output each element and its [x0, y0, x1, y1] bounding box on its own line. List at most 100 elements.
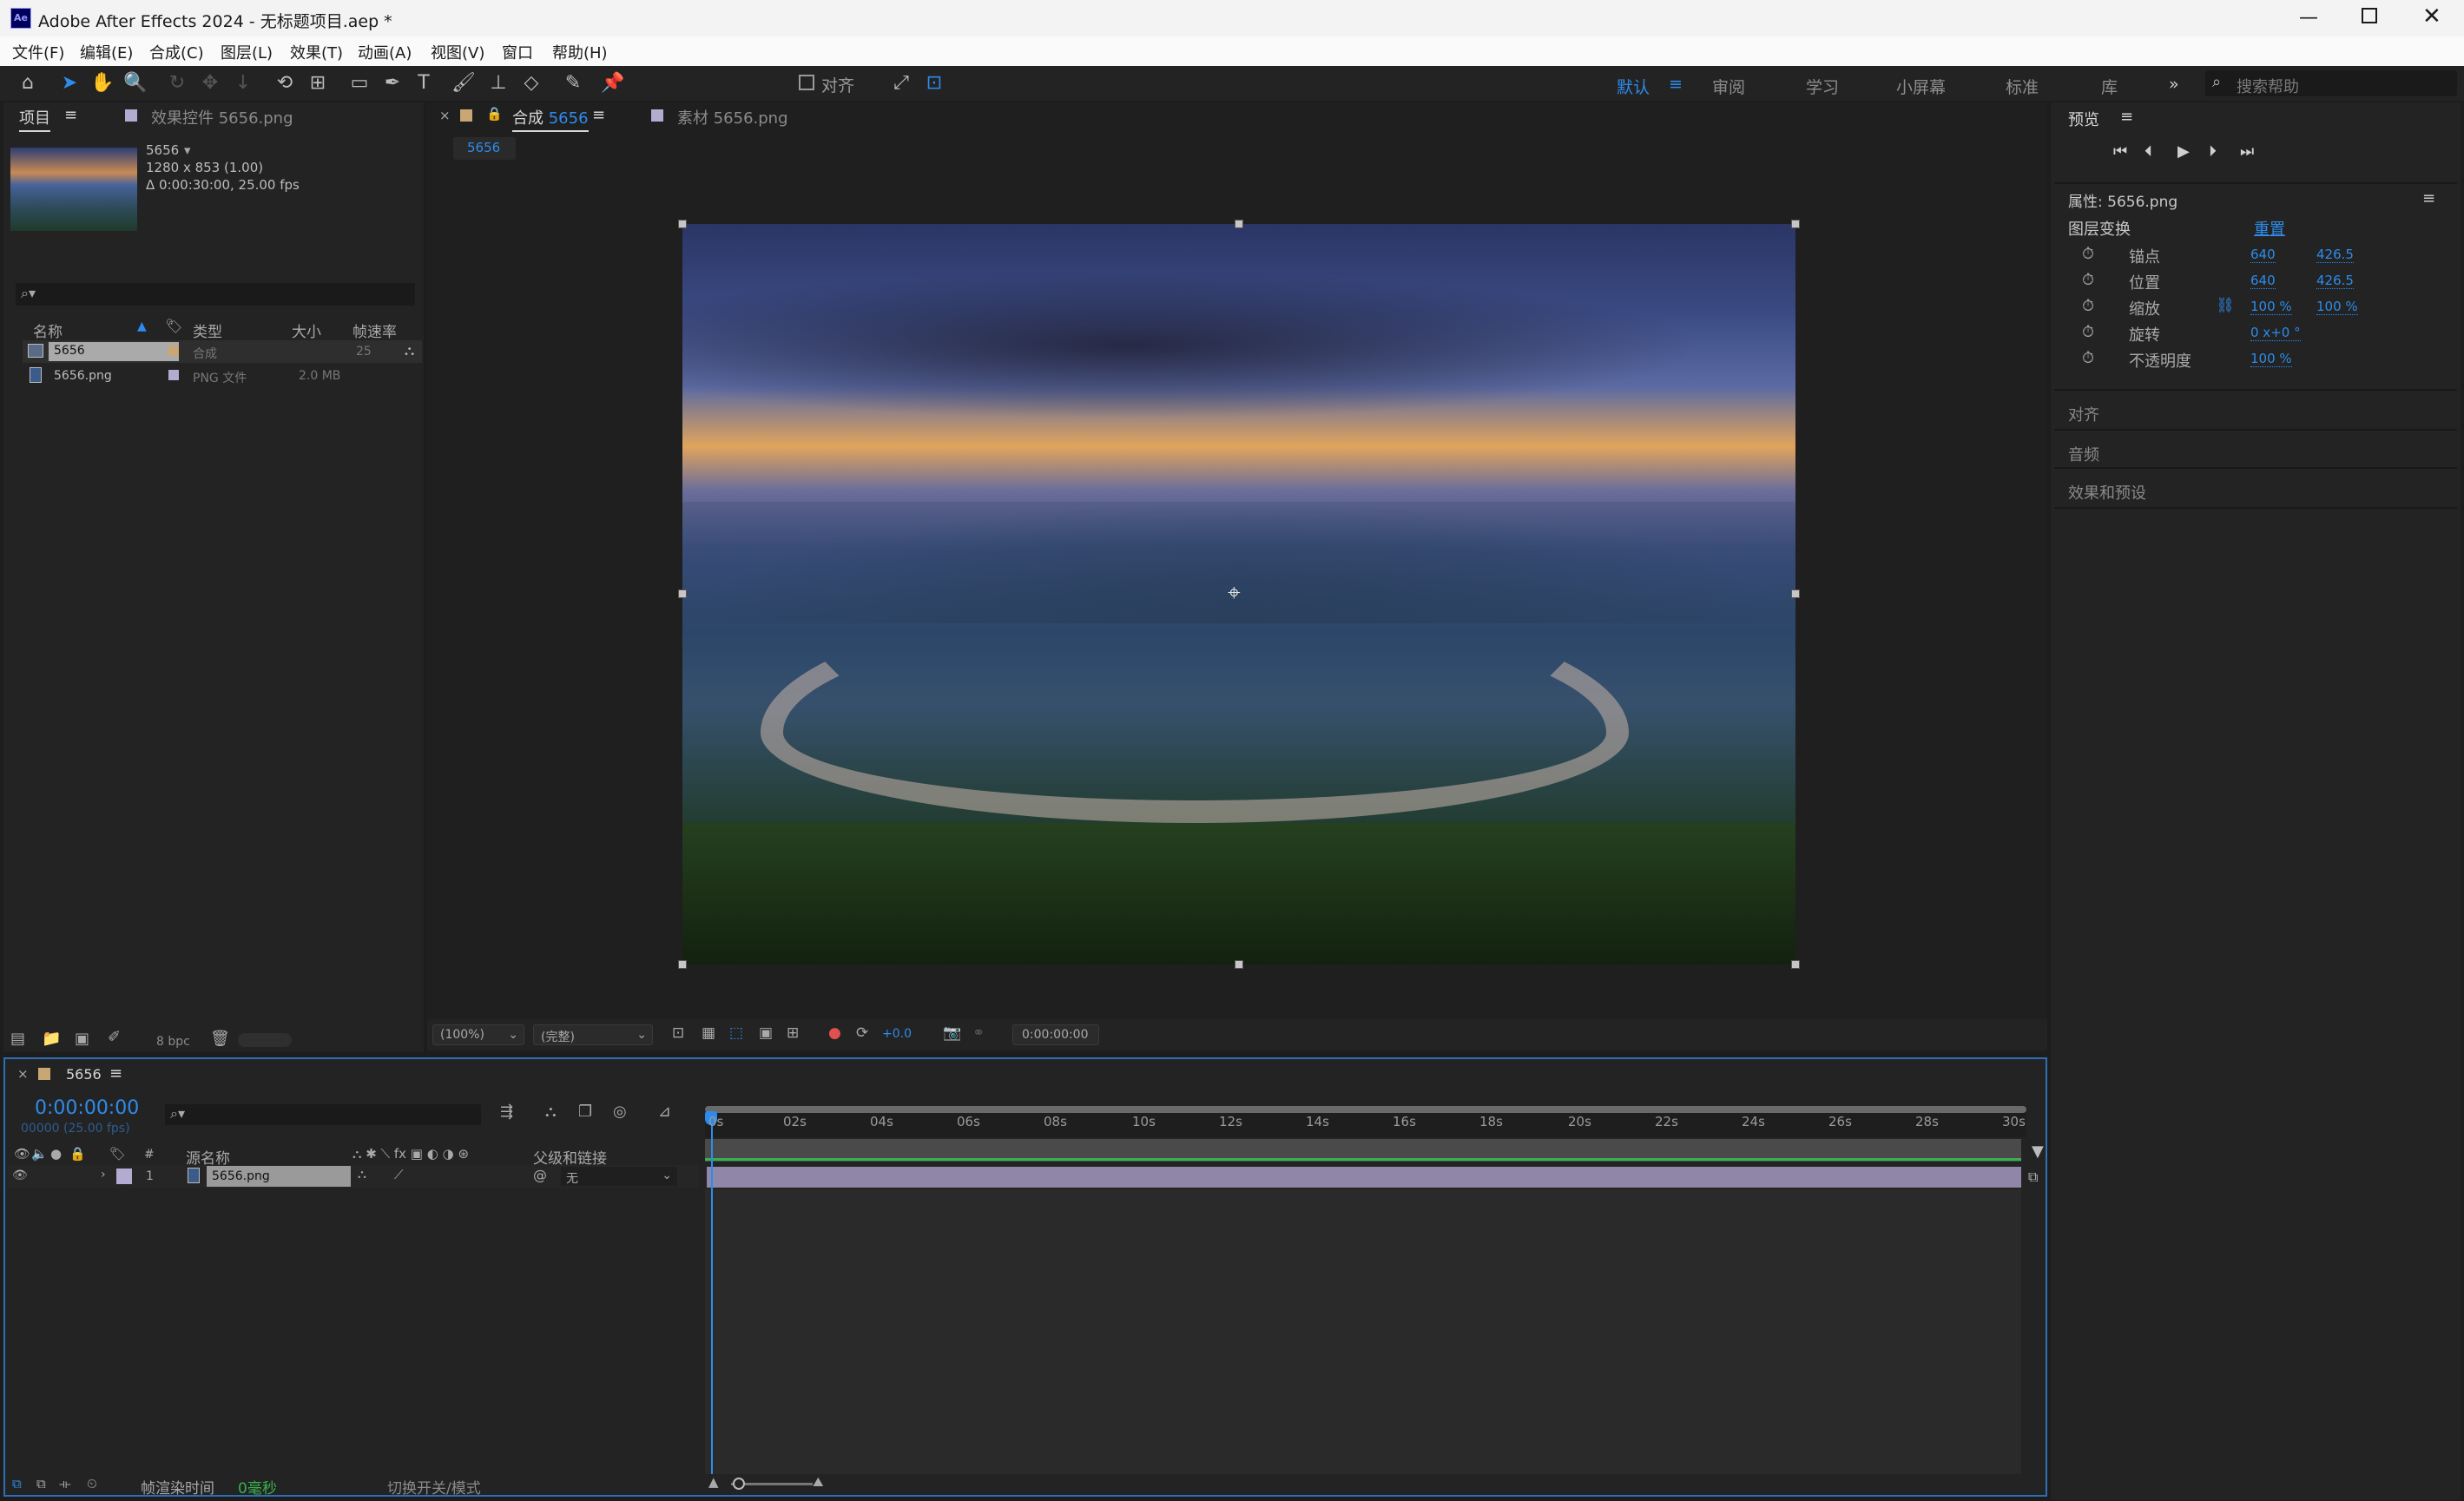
workspace-libraries[interactable]: 库	[2101, 75, 2118, 98]
minimize-icon[interactable]: —	[2299, 7, 2318, 29]
orbit-camera-icon[interactable]: ↻	[165, 71, 189, 95]
first-frame-icon[interactable]: ⏮	[2113, 142, 2127, 161]
reset-transform-link[interactable]: 重置	[2254, 217, 2285, 240]
new-folder-icon[interactable]: 📁	[42, 1030, 61, 1048]
interpret-footage-icon[interactable]: ▤	[10, 1030, 25, 1048]
toggle-switches-modes[interactable]: 切换开关/模式	[387, 1476, 481, 1498]
opacity-value[interactable]: 100 %	[2250, 351, 2292, 367]
zoom-dropdown[interactable]: (100%) ⌄	[432, 1024, 524, 1045]
grid-guides-icon[interactable]: ⊞	[787, 1024, 799, 1042]
workspace-small-screen[interactable]: 小屏幕	[1896, 75, 1946, 98]
tab-project[interactable]: 项目	[19, 106, 50, 132]
help-search-field[interactable]: ⌕ 搜索帮助	[2205, 70, 2457, 96]
project-item-comp[interactable]: 5656 合成 25 ⛬	[23, 340, 422, 363]
tab-composition[interactable]: 合成 5656	[512, 106, 589, 132]
menu-edit[interactable]: 编辑(E)	[80, 41, 133, 63]
zoom-tool-icon[interactable]: 🔍	[123, 71, 148, 95]
hand-tool-icon[interactable]: ✋	[90, 71, 115, 95]
rotation-value[interactable]: 0 x+0 °	[2250, 325, 2301, 341]
comp-info-dropdown-icon[interactable]: ▾	[184, 142, 191, 158]
lock-column-icon[interactable]: 🔒	[69, 1146, 86, 1162]
zoom-out-icon[interactable]: ▲	[708, 1474, 719, 1490]
menu-file[interactable]: 文件(F)	[12, 41, 64, 63]
position-x-value[interactable]: 640	[2250, 273, 2276, 289]
adjust-project-settings-icon[interactable]: ✐	[108, 1028, 121, 1046]
last-frame-icon[interactable]: ⏭	[2240, 142, 2254, 161]
transfer-controls-icon[interactable]: ⧉	[36, 1476, 46, 1491]
timeline-search-input[interactable]: ⌕▾	[165, 1104, 481, 1125]
column-name[interactable]: 名称	[33, 319, 63, 341]
color-channels-icon[interactable]: ●	[828, 1024, 841, 1042]
anchor-x-value[interactable]: 640	[2250, 247, 2276, 263]
new-composition-icon[interactable]: ▣	[75, 1030, 89, 1048]
pen-tool-icon[interactable]: ✒	[380, 71, 405, 95]
thumbnail-slider[interactable]	[238, 1033, 292, 1047]
layer-handle-tc[interactable]	[1235, 220, 1243, 228]
flowchart-icon[interactable]: ⛬	[405, 342, 414, 359]
bit-depth-button[interactable]: 8 bpc	[156, 1035, 190, 1049]
selection-tool-icon[interactable]: ➤	[57, 71, 82, 95]
previous-frame-icon[interactable]: ⏴	[2144, 142, 2152, 161]
quality-switch-icon[interactable]: ⟋	[394, 1167, 404, 1182]
menu-effect[interactable]: 效果(T)	[290, 41, 343, 63]
shy-switch-icon[interactable]: ⛬	[358, 1168, 366, 1182]
hide-shy-layers-icon[interactable]: ❐	[578, 1103, 592, 1121]
layer-handle-bl[interactable]	[678, 960, 687, 969]
stopwatch-icon[interactable]: ⏱	[2082, 245, 2094, 263]
reset-exposure-icon[interactable]: ⟳	[856, 1024, 868, 1042]
stopwatch-icon[interactable]: ⏱	[2082, 323, 2094, 341]
tab-effect-controls[interactable]: 效果控件 5656.png	[151, 106, 293, 128]
puppet-pin-tool-icon[interactable]: 📌	[601, 71, 625, 95]
menu-view[interactable]: 视图(V)	[431, 41, 484, 63]
rotation-tool-icon[interactable]: ⟲	[273, 71, 297, 95]
layer-row[interactable]: 👁 › 1 5656.png ⛬ ⟋ @ 无 ⌄	[7, 1165, 698, 1188]
close-icon[interactable]: ✕	[2422, 3, 2441, 30]
work-area-bar[interactable]	[705, 1139, 2021, 1162]
layer-handle-tl[interactable]	[678, 220, 687, 228]
more-workspaces-icon[interactable]: »	[2169, 75, 2179, 94]
exposure-value[interactable]: +0.0	[882, 1027, 912, 1041]
zoom-in-icon[interactable]: ⛰	[813, 1474, 824, 1490]
anchor-y-value[interactable]: 426.5	[2316, 247, 2354, 263]
workspace-learn[interactable]: 学习	[1806, 75, 1839, 98]
text-tool-icon[interactable]: T	[412, 71, 436, 95]
layer-handle-tr[interactable]	[1791, 220, 1800, 228]
layer-handle-mr[interactable]	[1791, 589, 1800, 598]
video-toggle-icon[interactable]: 👁	[14, 1146, 30, 1162]
label-column-icon[interactable]: 🏷	[109, 1146, 126, 1162]
project-search-input[interactable]: ⌕▾	[16, 283, 415, 306]
layer-handle-br[interactable]	[1791, 960, 1800, 969]
timeline-timecode[interactable]: 0:00:00:00	[35, 1097, 139, 1119]
parent-pickwhip-icon[interactable]: @	[533, 1167, 547, 1183]
clone-stamp-tool-icon[interactable]: ⊥	[486, 71, 511, 95]
graph-editor-icon[interactable]: ⊿	[658, 1103, 671, 1121]
layer-duration-bar[interactable]	[707, 1167, 2021, 1188]
align-checkbox[interactable]	[799, 75, 814, 90]
mask-visibility-icon[interactable]: ⬚	[729, 1024, 743, 1042]
layer-handle-bc[interactable]	[1235, 960, 1243, 969]
layer-name[interactable]: 5656.png	[212, 1169, 270, 1183]
workspace-menu-icon[interactable]: ≡	[1669, 75, 1683, 94]
show-snapshot-icon[interactable]: ⚭	[972, 1024, 985, 1042]
anchor-point-icon[interactable]: ⌖	[1228, 580, 1241, 607]
in-out-icon[interactable]: ⟛	[59, 1476, 71, 1491]
current-time-indicator[interactable]	[711, 1113, 713, 1488]
home-icon[interactable]: ⌂	[16, 71, 40, 95]
column-size[interactable]: 大小	[292, 319, 321, 341]
pan-behind-tool-icon[interactable]: ⊞	[306, 71, 330, 95]
audio-toggle-icon[interactable]: 🔈	[31, 1146, 48, 1162]
scale-y-value[interactable]: 100 %	[2316, 299, 2358, 315]
constrain-proportions-icon[interactable]: ⛓	[2216, 297, 2235, 314]
comp-marker-icon[interactable]: ⧉	[2028, 1169, 2038, 1186]
solo-icon[interactable]: ●	[50, 1146, 62, 1162]
menu-window[interactable]: 窗口	[502, 41, 533, 63]
workspace-review[interactable]: 审阅	[1712, 75, 1745, 98]
parent-dropdown[interactable]: 无 ⌄	[561, 1167, 677, 1186]
snapshot-camera-icon[interactable]: 📷	[943, 1024, 961, 1042]
resolution-dropdown[interactable]: (完整) ⌄	[533, 1024, 653, 1045]
lock-icon[interactable]: 🔒	[486, 106, 503, 122]
menu-composition[interactable]: 合成(C)	[149, 41, 204, 63]
render-time-icon[interactable]: ⏲	[87, 1476, 97, 1491]
dolly-camera-icon[interactable]: ↓	[231, 71, 255, 95]
expand-layer-icon[interactable]: ›	[101, 1168, 106, 1182]
